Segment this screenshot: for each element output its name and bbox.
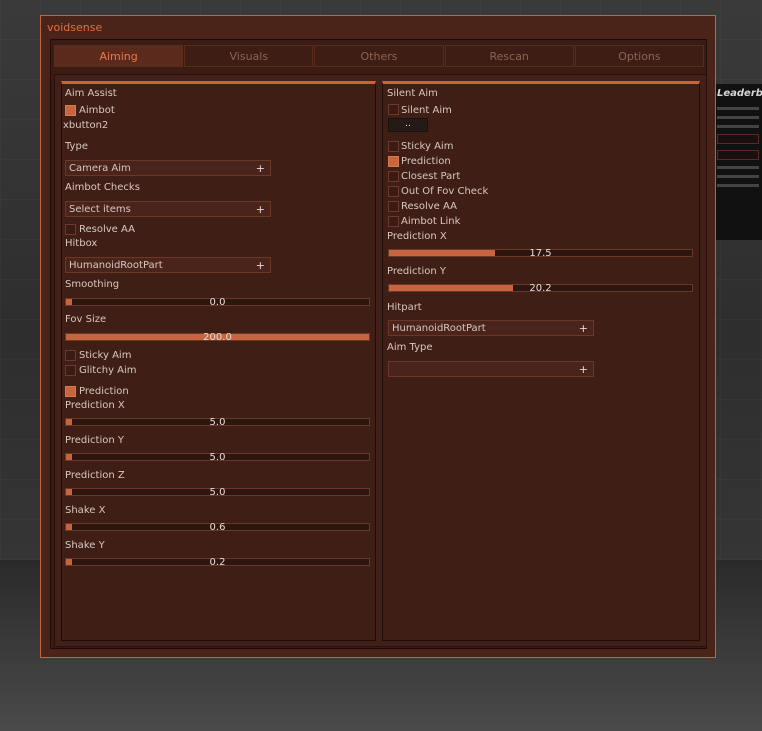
aimbot-keybind[interactable]: xbutton2 [63, 120, 108, 131]
leaderboard-title: Leaderb [717, 88, 762, 99]
prediction-checkbox[interactable] [65, 386, 76, 397]
silent-aim-checkbox[interactable] [388, 104, 399, 115]
prediction-x-label: Prediction X [65, 400, 125, 411]
sticky-aim-label: Sticky Aim [79, 350, 132, 361]
shake-x-label: Shake X [65, 505, 106, 516]
prediction-x-label: Prediction X [387, 231, 447, 242]
shake-y-slider[interactable]: 0.2 [65, 557, 370, 568]
resolve-aa-checkbox[interactable] [388, 201, 399, 212]
aimbot-checks-value: Select items [69, 204, 131, 215]
prediction-label: Prediction [79, 386, 129, 397]
smoothing-slider[interactable]: 0.0 [65, 297, 370, 308]
glitchy-aim-checkbox[interactable] [65, 365, 76, 376]
hitpart-label: Hitpart [387, 302, 422, 313]
prediction-x-slider[interactable]: 17.5 [388, 248, 693, 259]
prediction-label: Prediction [401, 156, 451, 167]
hitbox-dropdown[interactable]: HumanoidRootPart + [65, 257, 271, 273]
aim-type-label: Aim Type [387, 342, 433, 353]
shake-y-value: 0.2 [209, 557, 226, 568]
type-value: Camera Aim [69, 163, 131, 174]
prediction-y-value: 5.0 [209, 452, 226, 463]
type-dropdown[interactable]: Camera Aim + [65, 160, 271, 176]
sticky-aim-checkbox[interactable] [388, 141, 399, 152]
aim-type-dropdown[interactable]: + [388, 361, 594, 377]
hitpart-dropdown[interactable]: HumanoidRootPart + [388, 320, 594, 336]
aimbot-label: Aimbot [79, 105, 115, 116]
smoothing-label: Smoothing [65, 279, 120, 290]
section-title-silent-aim: Silent Aim [387, 88, 438, 99]
hitbox-label: Hitbox [65, 238, 98, 249]
smoothing-value: 0.0 [209, 297, 226, 308]
aimbot-link-label: Aimbot Link [401, 216, 461, 227]
aimbot-checks-dropdown[interactable]: Select items + [65, 201, 271, 217]
type-label: Type [65, 141, 88, 152]
sticky-aim-label: Sticky Aim [401, 141, 454, 152]
expand-plus-icon: + [578, 322, 588, 335]
silent-aim-panel: Silent Aim Silent Aim .. Sticky Aim Pred… [382, 81, 700, 641]
closest-part-label: Closest Part [401, 171, 461, 182]
hitpart-value: HumanoidRootPart [392, 323, 486, 334]
resolve-aa-label: Resolve AA [79, 224, 135, 235]
prediction-z-slider[interactable]: 5.0 [65, 487, 370, 498]
prediction-x-value: 17.5 [529, 248, 552, 259]
expand-plus-icon: + [255, 162, 265, 175]
resolve-aa-checkbox[interactable] [65, 224, 76, 235]
aimbot-checkbox[interactable] [65, 105, 76, 116]
aimbot-link-checkbox[interactable] [388, 216, 399, 227]
hitbox-value: HumanoidRootPart [69, 260, 163, 271]
window-title: voidsense [47, 21, 103, 34]
sticky-aim-checkbox[interactable] [65, 350, 76, 361]
leaderboard-panel: Leaderb [712, 84, 762, 240]
tab-visuals[interactable]: Visuals [184, 45, 314, 67]
tab-aiming[interactable]: Aiming [54, 45, 184, 67]
expand-plus-icon: + [255, 203, 265, 216]
tab-bar: Aiming Visuals Others Rescan Options [54, 45, 705, 67]
fov-size-value: 200.0 [203, 332, 232, 343]
tab-others[interactable]: Others [314, 45, 444, 67]
prediction-z-value: 5.0 [209, 487, 226, 498]
aimbot-checks-label: Aimbot Checks [65, 182, 140, 193]
tab-content: Aim Assist Aimbot xbutton2 Type Camera A… [54, 74, 707, 647]
prediction-y-label: Prediction Y [65, 435, 124, 446]
shake-y-label: Shake Y [65, 540, 105, 551]
cheat-menu-window[interactable]: voidsense Aiming Visuals Others Rescan O… [40, 15, 716, 658]
section-title-aim-assist: Aim Assist [65, 88, 117, 99]
prediction-y-slider[interactable]: 5.0 [65, 452, 370, 463]
prediction-y-value: 20.2 [529, 283, 552, 294]
fov-size-label: Fov Size [65, 314, 107, 325]
silent-aim-label: Silent Aim [401, 105, 452, 116]
window-body: Aiming Visuals Others Rescan Options Aim… [50, 39, 707, 649]
expand-plus-icon: + [255, 259, 265, 272]
silent-aim-keybind[interactable]: .. [388, 118, 428, 132]
prediction-z-label: Prediction Z [65, 470, 125, 481]
prediction-y-label: Prediction Y [387, 266, 446, 277]
tab-rescan[interactable]: Rescan [444, 45, 574, 67]
prediction-y-slider[interactable]: 20.2 [388, 283, 693, 294]
tab-options[interactable]: Options [574, 45, 705, 67]
prediction-x-value: 5.0 [209, 417, 226, 428]
aim-assist-panel: Aim Assist Aimbot xbutton2 Type Camera A… [61, 81, 376, 641]
prediction-checkbox[interactable] [388, 156, 399, 167]
closest-part-checkbox[interactable] [388, 171, 399, 182]
resolve-aa-label: Resolve AA [401, 201, 457, 212]
fov-size-slider[interactable]: 200.0 [65, 332, 370, 343]
prediction-x-slider[interactable]: 5.0 [65, 417, 370, 428]
shake-x-value: 0.6 [209, 522, 226, 533]
out-of-fov-checkbox[interactable] [388, 186, 399, 197]
shake-x-slider[interactable]: 0.6 [65, 522, 370, 533]
glitchy-aim-label: Glitchy Aim [79, 365, 137, 376]
out-of-fov-label: Out Of Fov Check [401, 186, 489, 197]
expand-plus-icon: + [578, 363, 588, 376]
